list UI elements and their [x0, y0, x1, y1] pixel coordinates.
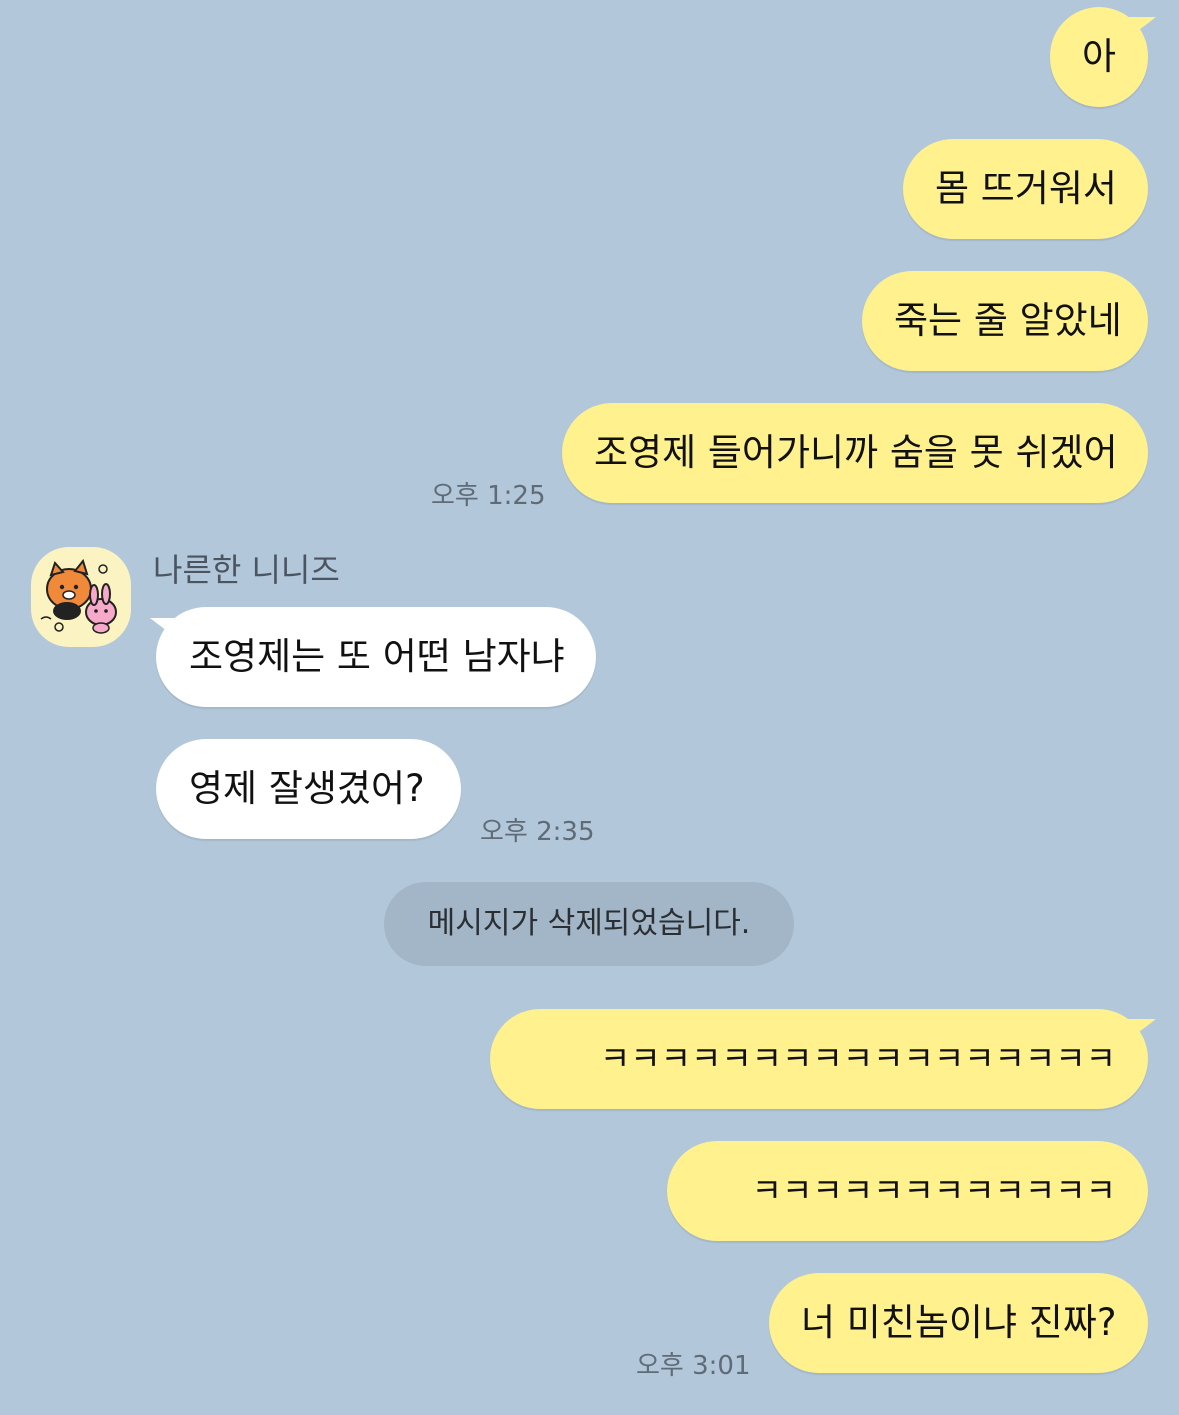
message-text: 영제 잘생겼어?	[189, 767, 425, 810]
message-timestamp: 오후 2:35	[480, 817, 595, 847]
message-text: 아	[1081, 35, 1117, 78]
deleted-message-notice: 메시지가 삭제되었습니다.	[384, 882, 794, 966]
my-message-bubble[interactable]: 죽는 줄 알았네	[862, 271, 1148, 371]
bubble-tail	[1122, 17, 1156, 43]
message-text: 몸 뜨거워서	[935, 167, 1117, 210]
my-message-bubble[interactable]: ㅋㅋㅋㅋㅋㅋㅋㅋㅋㅋㅋㅋ	[667, 1141, 1148, 1241]
message-timestamp: 오후 3:01	[636, 1351, 751, 1381]
friend-message-bubble[interactable]: 영제 잘생겼어?	[156, 739, 461, 839]
my-message-bubble[interactable]: ㅋㅋㅋㅋㅋㅋㅋㅋㅋㅋㅋㅋㅋㅋㅋㅋㅋ	[490, 1009, 1148, 1109]
message-timestamp: 오후 1:25	[431, 481, 546, 511]
sticker-avatar-icon	[40, 558, 117, 634]
my-message-bubble[interactable]: 몸 뜨거워서	[903, 139, 1148, 239]
message-text: 너 미친놈이냐 진짜?	[801, 1301, 1117, 1344]
bubble-tail	[1122, 1019, 1156, 1045]
friend-message-bubble[interactable]: 조영제는 또 어떤 남자냐	[156, 607, 596, 707]
my-message-bubble[interactable]: 너 미친놈이냐 진짜?	[769, 1273, 1148, 1373]
my-message-bubble[interactable]: 조영제 들어가니까 숨을 못 쉬겠어	[562, 403, 1148, 503]
message-text: ㅋㅋㅋㅋㅋㅋㅋㅋㅋㅋㅋㅋ	[751, 1171, 1116, 1210]
message-text: 죽는 줄 알았네	[894, 299, 1122, 342]
message-text: 조영제 들어가니까 숨을 못 쉬겠어	[594, 431, 1118, 474]
message-text: 조영제는 또 어떤 남자냐	[189, 635, 565, 678]
sender-name: 나른한 니니즈	[153, 551, 340, 589]
message-text: ㅋㅋㅋㅋㅋㅋㅋㅋㅋㅋㅋㅋㅋㅋㅋㅋㅋ	[599, 1039, 1116, 1078]
chat-room[interactable]: 아 몸 뜨거워서 죽는 줄 알았네 조영제 들어가니까 숨을 못 쉬겠어 오후 …	[0, 0, 1179, 1415]
friend-avatar[interactable]	[31, 547, 131, 647]
